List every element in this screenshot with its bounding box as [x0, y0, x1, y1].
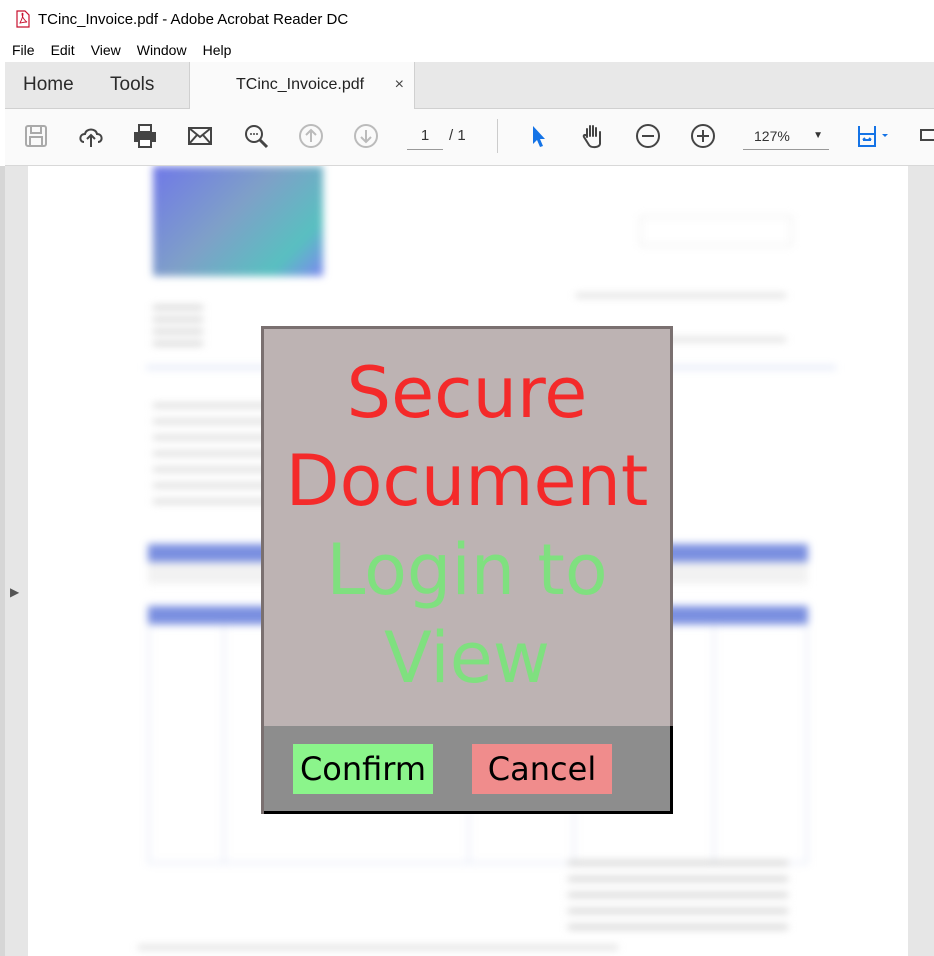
blurred-column-line — [223, 624, 225, 864]
save-icon[interactable] — [21, 121, 51, 151]
tab-bar: Home Tools TCinc_Invoice.pdf × — [5, 62, 934, 109]
toolbar: 1 / 1 127% ▼ — [5, 109, 934, 166]
secure-document-popup: Secure Document Login to View Confirm Ca… — [261, 326, 673, 814]
blurred-column-line — [713, 624, 715, 864]
menu-view[interactable]: View — [91, 42, 121, 58]
popup-title: Secure Document — [285, 352, 649, 522]
select-cursor-icon[interactable] — [523, 121, 553, 151]
blurred-totals — [568, 861, 788, 931]
fit-page-icon[interactable] — [855, 121, 895, 151]
hand-tool-icon[interactable] — [578, 121, 608, 151]
page-number-input[interactable]: 1 — [407, 123, 443, 150]
cloud-upload-icon[interactable] — [76, 121, 106, 151]
title-bar: TCinc_Invoice.pdf - Adobe Acrobat Reader… — [0, 0, 934, 38]
blurred-box — [640, 216, 792, 246]
expand-panel-icon[interactable]: ▶ — [10, 585, 19, 599]
page-total: / 1 — [449, 127, 466, 144]
popup-footer: Confirm Cancel — [264, 726, 673, 814]
menu-help[interactable]: Help — [203, 42, 232, 58]
tab-document-label: TCinc_Invoice.pdf — [236, 76, 365, 93]
zoom-value: 127% — [754, 128, 790, 144]
menu-bar: File Edit View Window Help — [0, 38, 934, 62]
tab-home[interactable]: Home — [23, 62, 74, 108]
previous-page-icon[interactable] — [296, 121, 326, 151]
tab-tools[interactable]: Tools — [110, 62, 154, 108]
tab-close-icon[interactable]: × — [395, 62, 404, 108]
chevron-down-icon: ▼ — [813, 130, 823, 141]
email-icon[interactable] — [185, 121, 215, 151]
next-page-icon[interactable] — [351, 121, 381, 151]
menu-file[interactable]: File — [12, 42, 35, 58]
blurred-line — [576, 294, 786, 297]
toolbar-divider — [497, 119, 498, 153]
comment-icon[interactable] — [917, 121, 934, 151]
blurred-text — [153, 404, 273, 514]
cancel-button[interactable]: Cancel — [472, 744, 612, 794]
zoom-out-icon[interactable] — [633, 121, 663, 151]
confirm-button[interactable]: Confirm — [293, 744, 433, 794]
popup-subtitle: Login to View — [326, 529, 608, 699]
blurred-logo-image — [153, 166, 323, 276]
blurred-text — [153, 306, 203, 346]
print-icon[interactable] — [130, 121, 160, 151]
menu-edit[interactable]: Edit — [51, 42, 75, 58]
tab-document[interactable]: TCinc_Invoice.pdf × — [189, 62, 415, 109]
menu-window[interactable]: Window — [137, 42, 187, 58]
zoom-in-icon[interactable] — [688, 121, 718, 151]
blurred-line — [138, 946, 618, 949]
window-title: TCinc_Invoice.pdf - Adobe Acrobat Reader… — [38, 10, 349, 28]
zoom-select[interactable]: 127% ▼ — [743, 123, 829, 150]
acrobat-pdf-icon — [16, 10, 30, 28]
search-icon[interactable] — [241, 121, 271, 151]
